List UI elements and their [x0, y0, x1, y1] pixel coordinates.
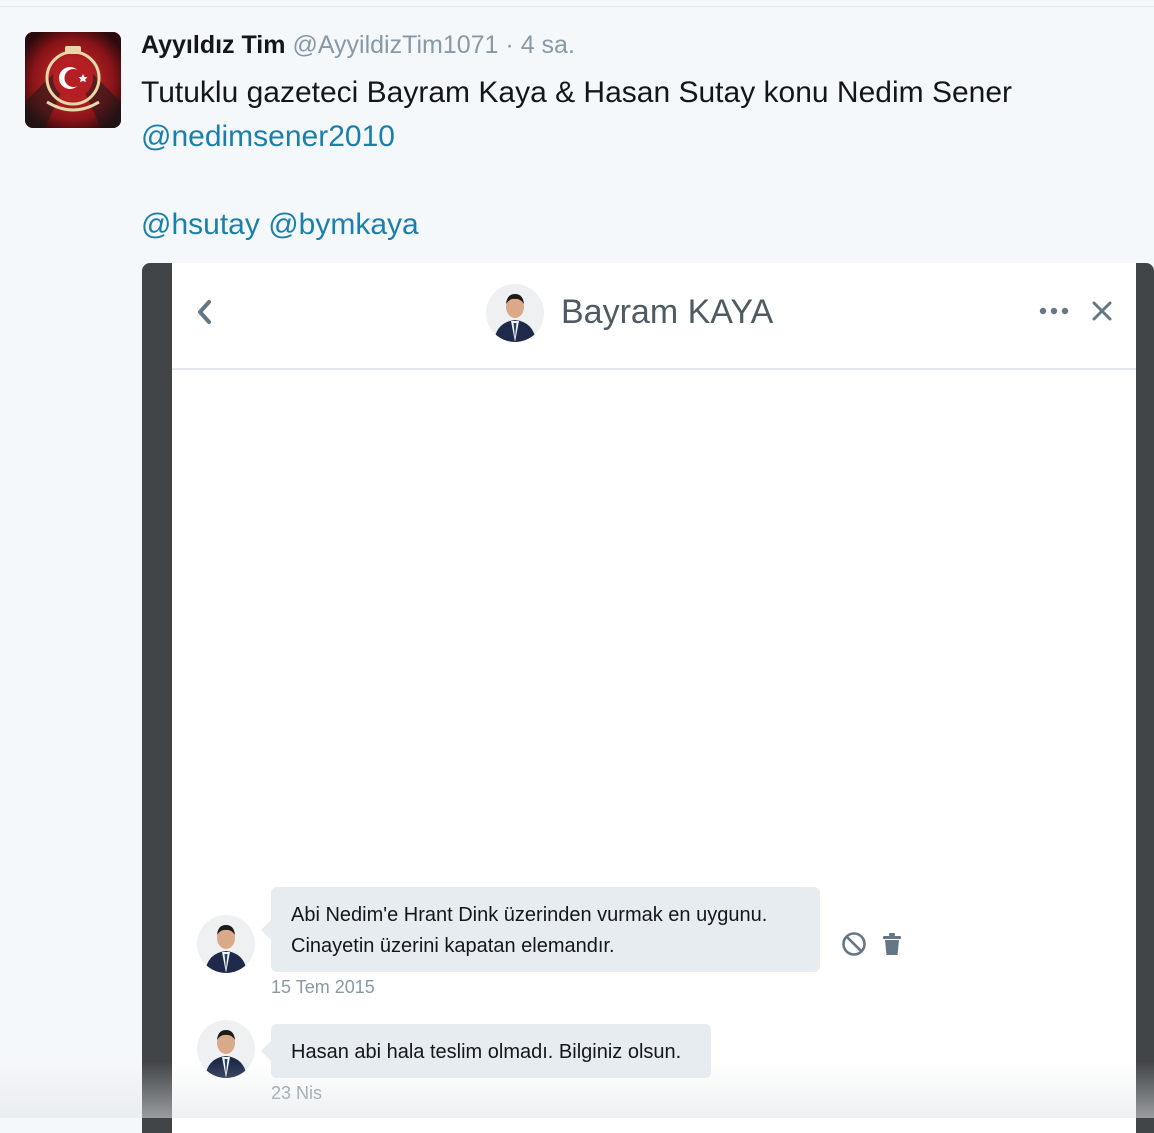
message-text: Abi Nedim'e Hrant Dink üzerinden vurmak … — [291, 904, 768, 926]
message-timestamp: 15 Tem 2015 — [271, 977, 375, 997]
mention-link[interactable]: @bymkaya — [268, 208, 419, 241]
more-options-button[interactable] — [1038, 301, 1070, 321]
message-sender-avatar[interactable] — [197, 915, 255, 973]
tweet-timestamp[interactable]: 4 sa. — [521, 31, 575, 59]
crescent-star-emblem-icon — [25, 32, 121, 128]
more-dots-icon — [1039, 307, 1069, 315]
message-sender-avatar[interactable] — [197, 1020, 255, 1078]
person-avatar-icon — [486, 284, 544, 342]
tweet-media-image[interactable]: Bayram KAYA Abi Nedim'e Hrant Dink üzeri… — [142, 263, 1154, 1133]
back-button[interactable] — [190, 296, 220, 328]
tweet-text-line: Tutuklu gazeteci Bayram Kaya & Hasan Sut… — [141, 76, 1012, 109]
conversation-title: Bayram KAYA — [561, 293, 774, 331]
dm-header: Bayram KAYA — [172, 263, 1136, 370]
person-avatar-icon — [197, 1020, 255, 1078]
person-avatar-icon — [197, 915, 255, 973]
report-message-button[interactable] — [841, 931, 867, 957]
contact-avatar[interactable] — [486, 284, 544, 342]
message-bubble[interactable]: Abi Nedim'e Hrant Dink üzerinden vurmak … — [261, 887, 820, 972]
author-name[interactable]: Ayyıldız Tim — [141, 31, 285, 59]
header-separator: · — [505, 31, 514, 59]
block-icon — [842, 932, 866, 956]
message-bubble[interactable]: Hasan abi hala teslim olmadı. Bilginiz o… — [261, 1024, 711, 1078]
tweet-text: Tutuklu gazeteci Bayram Kaya & Hasan Sut… — [141, 71, 1141, 247]
trash-icon — [883, 933, 901, 955]
delete-message-button[interactable] — [879, 931, 905, 957]
author-avatar[interactable] — [25, 32, 121, 128]
message-text: Cinayetin üzerini kapatan elemandır. — [291, 935, 615, 957]
mention-link[interactable]: @nedimsener2010 — [141, 120, 395, 153]
chevron-left-icon — [198, 300, 211, 324]
dm-conversation-panel: Bayram KAYA Abi Nedim'e Hrant Dink üzeri… — [172, 263, 1136, 1133]
author-handle[interactable]: @AyyildizTim1071 — [292, 31, 498, 59]
tweet-header: Ayyıldız Tim @AyyildizTim1071 · 4 sa. — [141, 31, 575, 63]
mention-link[interactable]: @hsutay — [141, 208, 260, 241]
tweet[interactable]: Ayyıldız Tim @AyyildizTim1071 · 4 sa. Tu… — [0, 7, 1154, 1133]
message-timestamp: 23 Nis — [271, 1083, 323, 1103]
close-icon — [1092, 301, 1112, 321]
message-text: Hasan abi hala teslim olmadı. Bilginiz o… — [291, 1041, 682, 1063]
close-button[interactable] — [1090, 299, 1114, 323]
